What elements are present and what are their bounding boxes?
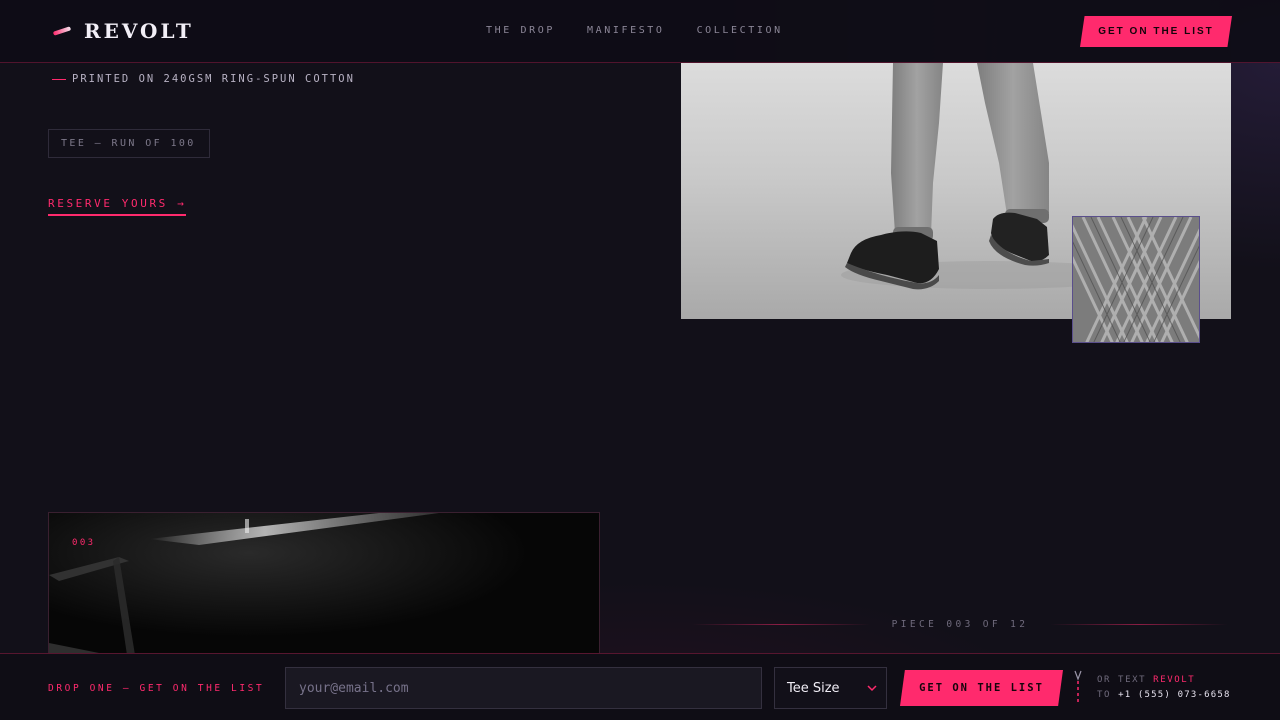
tee-size-select[interactable]: Tee Size xyxy=(774,667,887,709)
main-nav: THE DROP MANIFESTO COLLECTION xyxy=(486,25,783,36)
sms-phone-number[interactable]: +1 (555) 073-6658 xyxy=(1118,690,1231,700)
material-tagline: PRINTED ON 240GSM RING-SPUN COTTON xyxy=(52,73,355,85)
nav-link-collection[interactable]: COLLECTION xyxy=(697,25,783,36)
sms-to: TO xyxy=(1097,690,1112,700)
nav-link-manifesto[interactable]: MANIFESTO xyxy=(587,25,665,36)
nav-link-the-drop[interactable]: THE DROP xyxy=(486,25,555,36)
divider-right xyxy=(1050,623,1229,625)
email-input[interactable] xyxy=(285,667,762,709)
sms-keyword: REVOLT xyxy=(1153,675,1196,685)
piece-counter-text: PIECE 003 OF 12 xyxy=(891,618,1029,630)
run-badge: TEE — RUN OF 100 xyxy=(48,129,210,158)
piece-counter: PIECE 003 OF 12 xyxy=(692,618,1229,630)
signup-bar: DROP ONE — GET ON THE LIST Tee Size GET … xyxy=(0,653,1280,720)
tagline-text: PRINTED ON 240GSM RING-SPUN COTTON xyxy=(72,73,355,85)
slash-mark-icon xyxy=(52,25,72,37)
get-on-list-button[interactable]: GET ON THE LIST xyxy=(900,670,1063,706)
dark-scene-image xyxy=(49,513,439,653)
sms-prefix: OR TEXT xyxy=(1097,675,1147,685)
brand-logo[interactable]: REVOLT xyxy=(52,19,194,43)
fabric-swatch-image xyxy=(1072,216,1200,343)
top-navigation-bar: REVOLT THE DROP MANIFESTO COLLECTION GET… xyxy=(0,0,1280,63)
brand-name: REVOLT xyxy=(84,19,194,43)
signal-icon xyxy=(1074,670,1082,703)
chevron-down-icon xyxy=(867,685,877,692)
tee-size-value: Tee Size xyxy=(787,680,840,696)
photo-index: 003 xyxy=(72,538,96,548)
reserve-yours-link[interactable]: RESERVE YOURS → xyxy=(48,197,187,216)
divider-left xyxy=(692,623,870,625)
secondary-photo: 003 xyxy=(48,512,600,654)
sms-signup-text: OR TEXT REVOLT TO +1 (555) 073-6658 xyxy=(1097,673,1231,703)
accent-dash xyxy=(52,78,66,80)
signup-label: DROP ONE — GET ON THE LIST xyxy=(48,683,265,694)
get-on-list-button-header[interactable]: GET ON THE LIST xyxy=(1080,16,1232,47)
